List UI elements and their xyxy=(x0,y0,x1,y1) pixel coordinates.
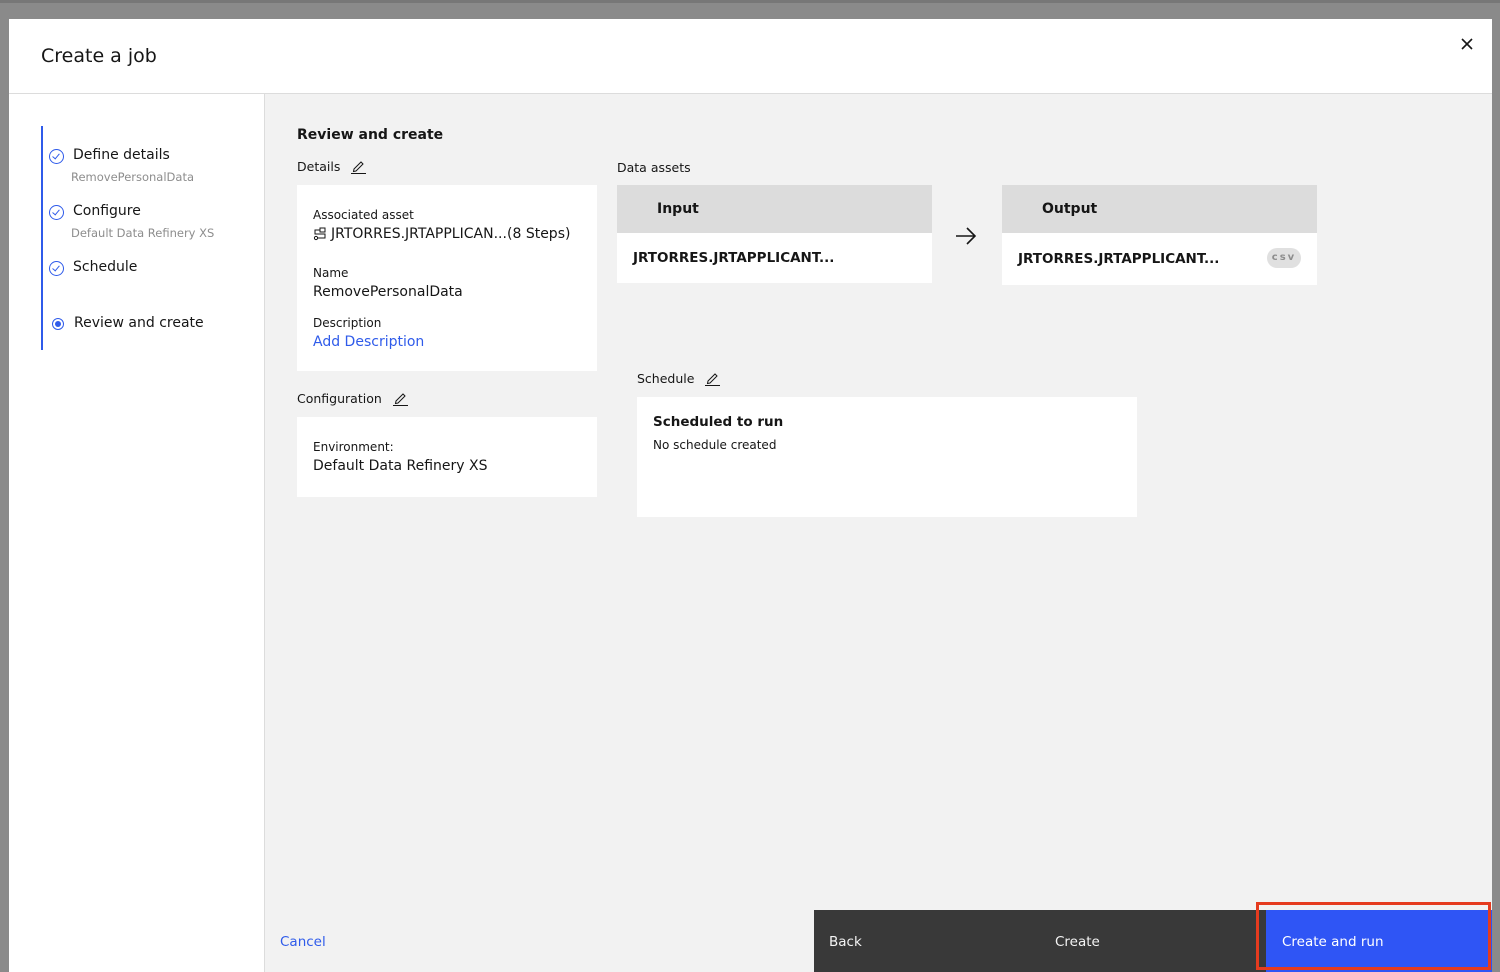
configuration-label: Configuration xyxy=(297,390,382,406)
schedule-value: No schedule created xyxy=(653,438,777,452)
section-title: Review and create xyxy=(297,127,444,143)
data-assets-label-text: Data assets xyxy=(617,160,691,175)
step-sublabel: Default Data Refinery XS xyxy=(71,226,215,240)
output-asset-card: Output JRTORRES.JRTAPPLICANT... csv xyxy=(1002,185,1317,285)
input-value: JRTORRES.JRTAPPLICANT... xyxy=(617,233,932,283)
details-label: Details xyxy=(297,158,341,174)
background-top-strip xyxy=(0,0,1500,3)
edit-icon xyxy=(392,393,408,406)
output-value: JRTORRES.JRTAPPLICANT... xyxy=(1018,251,1220,267)
edit-icon xyxy=(351,161,367,174)
details-label-row: Details xyxy=(297,158,367,174)
create-and-run-button[interactable]: Create and run xyxy=(1266,910,1492,972)
back-button[interactable]: Back xyxy=(814,910,1040,972)
data-assets-label: Data assets xyxy=(617,160,691,175)
step-sublabel: RemovePersonalData xyxy=(71,170,195,184)
output-header: Output xyxy=(1002,185,1317,233)
add-description-link[interactable]: Add Description xyxy=(313,334,424,350)
schedule-label-row: Schedule xyxy=(637,370,721,386)
output-value-row: JRTORRES.JRTAPPLICANT... csv xyxy=(1002,233,1317,285)
modal-footer: Cancel Back Create Create and run xyxy=(265,910,1492,972)
configuration-label-row: Configuration xyxy=(297,390,408,406)
close-button[interactable] xyxy=(1456,33,1478,55)
progress-line xyxy=(41,126,43,350)
environment-value: Default Data Refinery XS xyxy=(313,458,488,474)
schedule-card: Scheduled to run No schedule created xyxy=(637,397,1137,517)
modal-title: Create a job xyxy=(41,45,157,67)
input-asset-card: Input JRTORRES.JRTAPPLICANT... xyxy=(617,185,932,283)
name-value: RemovePersonalData xyxy=(313,284,463,300)
schedule-heading: Scheduled to run xyxy=(653,414,784,430)
schedule-label: Schedule xyxy=(637,370,695,386)
progress-sidebar: Define details RemovePersonalData Config… xyxy=(9,94,265,972)
name-label: Name xyxy=(313,266,349,280)
edit-icon xyxy=(705,373,721,386)
associated-asset-label: Associated asset xyxy=(313,208,414,222)
step-label: Define details xyxy=(73,147,170,163)
associated-asset-value: JRTORRES.JRTAPPLICAN... xyxy=(331,226,507,242)
edit-schedule-button[interactable] xyxy=(704,370,721,386)
edit-details-button[interactable] xyxy=(350,158,367,174)
current-step-icon xyxy=(52,318,64,330)
modal-header: Create a job xyxy=(9,19,1492,94)
create-job-modal: Create a job Define details RemovePerson… xyxy=(9,19,1492,972)
step-label: Configure xyxy=(73,203,141,219)
description-label: Description xyxy=(313,316,382,330)
associated-asset-steps: (8 Steps) xyxy=(507,226,571,242)
associated-asset-value-row: JRTORRES.JRTAPPLICAN... xyxy=(313,226,507,242)
step-label: Review and create xyxy=(74,315,204,331)
review-content: Review and create Details Associated ass… xyxy=(265,94,1492,972)
csv-badge: csv xyxy=(1267,248,1301,268)
environment-label: Environment: xyxy=(313,440,394,454)
cancel-button[interactable]: Cancel xyxy=(280,934,326,950)
checkmark-circle-icon xyxy=(49,205,64,220)
step-label: Schedule xyxy=(73,259,138,275)
arrow-right-icon xyxy=(956,227,977,245)
close-icon xyxy=(1461,38,1473,50)
input-header: Input xyxy=(617,185,932,233)
checkmark-circle-icon xyxy=(49,149,64,164)
checkmark-circle-icon xyxy=(49,261,64,276)
create-button[interactable]: Create xyxy=(1040,910,1266,972)
background-page-edge xyxy=(0,460,9,940)
configuration-card: Environment: Default Data Refinery XS xyxy=(297,417,597,497)
flow-icon xyxy=(313,227,326,241)
edit-configuration-button[interactable] xyxy=(392,390,408,406)
details-card: Associated asset JRTORRES.JRTAPPLICAN...… xyxy=(297,185,597,371)
